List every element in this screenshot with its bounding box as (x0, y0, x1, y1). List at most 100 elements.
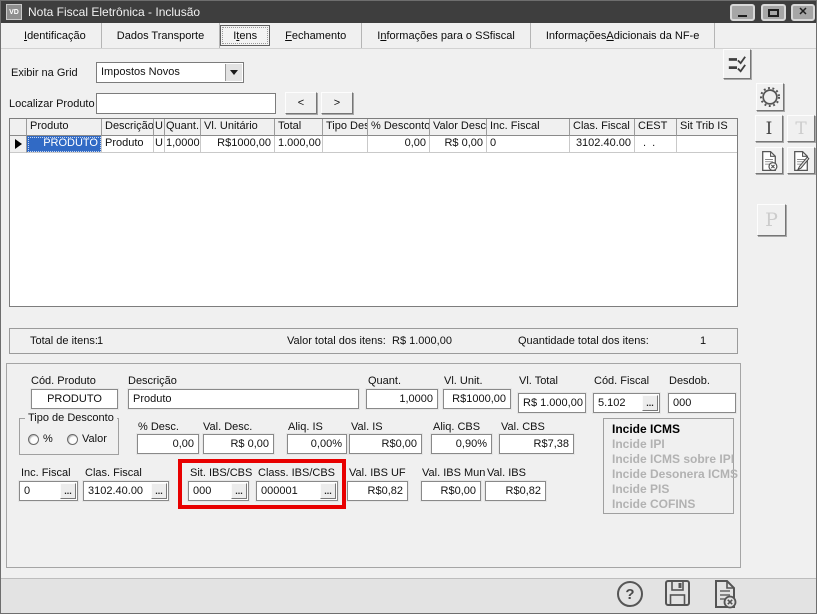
aliq-cbs-label: Aliq. CBS (433, 421, 480, 433)
inc-fiscal-browse-button[interactable]: ... (60, 483, 76, 499)
text-button-disabled: T (787, 115, 815, 142)
cell-perc-desconto[interactable]: 0,00 (368, 136, 430, 153)
descricao-field[interactable]: Produto (128, 389, 359, 409)
quant-field[interactable]: 1,0000 (366, 389, 438, 409)
val-desc-label: Val. Desc. (203, 421, 252, 433)
incide-panel: Incide ICMS Incide IPI Incide ICMS sobre… (603, 418, 734, 514)
perc-desc-field[interactable]: 0,00 (137, 434, 199, 454)
save-button[interactable] (664, 579, 691, 610)
cell-descricao[interactable]: Produto (102, 136, 154, 153)
grid-header-row: Produto Descrição U Quant. Vl. Unitário … (10, 119, 737, 136)
italic-button[interactable]: I (755, 115, 783, 142)
window-title: Nota Fiscal Eletrônica - Inclusão (28, 5, 200, 19)
cell-cest[interactable]: . . (635, 136, 677, 153)
cell-sit-trib-is[interactable] (677, 136, 737, 153)
cod-fiscal-field[interactable]: 5.102 ... (593, 393, 660, 413)
aliq-cbs-field[interactable]: 0,90% (431, 434, 492, 454)
desdob-field[interactable]: 000 (668, 393, 736, 413)
quantidade-total-label: Quantidade total dos itens: (518, 335, 649, 347)
col-quant[interactable]: Quant. (165, 119, 201, 136)
localizar-produto-input[interactable] (96, 93, 276, 114)
cell-u[interactable]: U (154, 136, 165, 153)
tab-informacoes-ssfiscal[interactable]: Informações para o SSfiscal (362, 23, 531, 48)
total-itens-label: Total de itens: (30, 335, 98, 347)
close-button[interactable]: ✕ (791, 4, 815, 21)
row-selector-icon (15, 139, 22, 149)
col-total[interactable]: Total (275, 119, 323, 136)
highlight-red-box (178, 459, 346, 509)
cod-produto-field[interactable]: PRODUTO (31, 389, 118, 409)
tab-dados-transporte[interactable]: Dados Transporte (102, 23, 220, 48)
seal-button[interactable] (756, 83, 784, 111)
edit-item-button[interactable] (787, 147, 815, 174)
minimize-button[interactable] (730, 4, 755, 21)
tab-identificacao[interactable]: Identificação (9, 23, 102, 48)
apply-grid-view-button[interactable] (723, 49, 751, 79)
desconto-percent-radio[interactable]: % (28, 433, 53, 445)
document-delete-icon (712, 579, 738, 609)
tab-itens[interactable]: Itens (220, 25, 270, 46)
cancel-document-button[interactable] (712, 579, 738, 612)
col-clas-fiscal[interactable]: Clas. Fiscal (570, 119, 635, 136)
val-ibs-uf-field[interactable]: R$0,82 (347, 481, 408, 501)
cell-inc-fiscal[interactable]: 0 (487, 136, 570, 153)
help-icon: ? (625, 586, 634, 603)
valor-total-value: R$ 1.000,00 (392, 335, 452, 347)
tab-bar: Identificação Dados Transporte Itens Fec… (1, 23, 816, 49)
incide-pis: Incide PIS (612, 482, 733, 497)
clas-fiscal-browse-button[interactable]: ... (151, 483, 167, 499)
remove-item-button[interactable] (755, 147, 783, 174)
val-cbs-field[interactable]: R$7,38 (499, 434, 574, 454)
col-u[interactable]: U (154, 119, 165, 136)
exibir-na-grid-select[interactable]: Impostos Novos (96, 62, 244, 83)
maximize-button[interactable] (761, 4, 786, 21)
row-selector[interactable] (10, 136, 27, 153)
cell-total[interactable]: 1.000,00 (275, 136, 323, 153)
close-icon: ✕ (798, 7, 807, 18)
cell-quant[interactable]: 1,0000 (165, 136, 201, 153)
col-inc-fiscal[interactable]: Inc. Fiscal (487, 119, 570, 136)
next-button[interactable]: > (321, 92, 353, 114)
tab-fechamento[interactable]: Fechamento (270, 23, 362, 48)
previous-button[interactable]: < (285, 92, 317, 114)
tab-informacoes-adicionais[interactable]: Informações Adicionais da NF-e (531, 23, 715, 48)
vl-total-field[interactable]: R$ 1.000,00 (518, 393, 586, 413)
inc-fiscal-field[interactable]: 0 ... (19, 481, 78, 501)
cell-clas-fiscal[interactable]: 3102.40.00 (570, 136, 635, 153)
aliq-is-field[interactable]: 0,00% (287, 434, 347, 454)
val-ibs-uf-label: Val. IBS UF (349, 467, 406, 479)
items-grid[interactable]: Produto Descrição U Quant. Vl. Unitário … (9, 118, 738, 307)
clas-fiscal-field[interactable]: 3102.40.00 ... (83, 481, 169, 501)
col-vl-unitario[interactable]: Vl. Unitário (201, 119, 275, 136)
col-perc-desconto[interactable]: % Desconto (368, 119, 430, 136)
table-row[interactable]: PRODUTO Produto U 1,0000 R$1000,00 1.000… (10, 136, 737, 153)
col-produto[interactable]: Produto (27, 119, 102, 136)
val-is-field[interactable]: R$0,00 (349, 434, 422, 454)
val-ibs-mun-label: Val. IBS Mun (422, 467, 485, 479)
cell-valor-desc[interactable]: R$ 0,00 (430, 136, 487, 153)
cell-produto[interactable]: PRODUTO (27, 136, 102, 153)
cod-fiscal-browse-button[interactable]: ... (642, 395, 658, 411)
cell-vl-unitario[interactable]: R$1000,00 (201, 136, 275, 153)
val-desc-field[interactable]: R$ 0,00 (203, 434, 274, 454)
bottom-bar (1, 578, 816, 614)
exibir-na-grid-value: Impostos Novos (101, 66, 180, 78)
val-ibs-mun-field[interactable]: R$0,00 (421, 481, 481, 501)
desconto-valor-radio[interactable]: Valor (67, 433, 107, 445)
vl-total-label: Vl. Total (519, 375, 558, 387)
cell-tipo-des[interactable] (323, 136, 368, 153)
dropdown-arrow-icon[interactable] (225, 64, 242, 81)
localizar-produto-label: Localizar Produto (9, 98, 95, 110)
col-descricao[interactable]: Descrição (102, 119, 154, 136)
help-button[interactable]: ? (617, 581, 643, 607)
col-valor-desc[interactable]: Valor Desc (430, 119, 487, 136)
col-cest[interactable]: CEST (635, 119, 677, 136)
cod-produto-label: Cód. Produto (31, 375, 96, 387)
vl-unit-label: Vl. Unit. (444, 375, 483, 387)
col-tipo-des[interactable]: Tipo Des (323, 119, 368, 136)
vl-unit-field[interactable]: R$1000,00 (443, 389, 511, 409)
val-ibs-field[interactable]: R$0,82 (485, 481, 546, 501)
radio-icon (67, 434, 78, 445)
cod-fiscal-label: Cód. Fiscal (594, 375, 649, 387)
col-sit-trib-is[interactable]: Sit Trib IS (677, 119, 737, 136)
